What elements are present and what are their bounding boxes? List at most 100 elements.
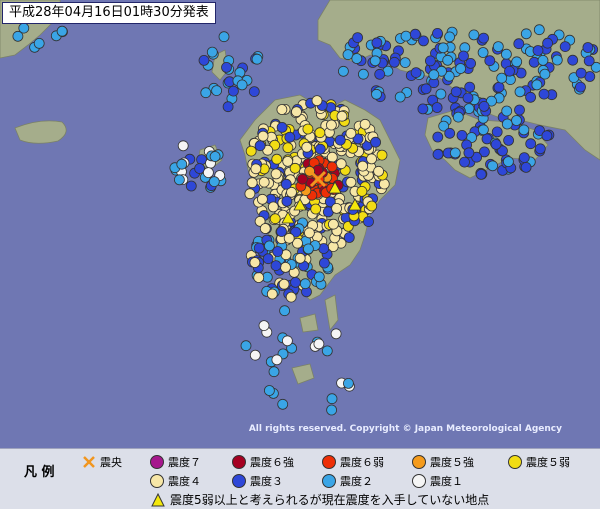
legend-item-label: 震度２ xyxy=(340,475,373,488)
station-marker xyxy=(409,28,421,40)
station-marker xyxy=(263,240,275,252)
station-marker xyxy=(533,24,545,36)
copyright-notice: All rights reserved. Copyright © Japan M… xyxy=(248,424,562,434)
station-marker xyxy=(478,32,490,44)
legend-item-intensity-3: 震度３ xyxy=(232,472,283,490)
station-marker xyxy=(326,404,338,416)
intensity-3-dot-icon xyxy=(232,474,246,488)
station-marker xyxy=(400,30,412,42)
station-marker xyxy=(218,31,230,43)
intensity-2-dot-icon xyxy=(322,474,336,488)
station-marker xyxy=(263,385,275,396)
station-marker xyxy=(496,72,508,84)
station-marker xyxy=(284,131,296,143)
station-marker xyxy=(290,276,301,288)
station-marker xyxy=(325,119,337,131)
station-marker xyxy=(198,55,210,66)
station-marker xyxy=(464,81,476,93)
station-marker xyxy=(318,257,330,269)
legend-item-intensity-1: 震度１ xyxy=(412,472,463,490)
station-marker xyxy=(399,57,411,68)
station-marker xyxy=(302,123,314,135)
station-marker xyxy=(250,163,262,175)
station-marker xyxy=(491,126,503,138)
station-marker xyxy=(221,62,232,73)
announcement-time: 平成28年04月16日01時30分発表 xyxy=(2,2,216,24)
station-marker xyxy=(538,88,550,100)
station-marker xyxy=(424,55,436,67)
station-marker xyxy=(551,54,563,66)
station-marker xyxy=(278,278,290,290)
station-marker xyxy=(502,156,514,168)
station-marker xyxy=(313,271,325,283)
warning-triangle-icon xyxy=(151,492,165,506)
station-marker xyxy=(267,201,279,213)
station-marker xyxy=(366,153,378,165)
legend-item-label: 震度６強 xyxy=(250,456,294,469)
station-marker xyxy=(432,28,443,39)
station-marker xyxy=(262,253,274,265)
station-marker xyxy=(356,185,368,197)
station-marker xyxy=(450,86,462,98)
station-marker xyxy=(463,147,475,159)
station-marker xyxy=(330,328,342,340)
station-marker xyxy=(432,131,444,143)
legend-item-intensity-4: 震度４ xyxy=(150,472,201,490)
station-marker xyxy=(500,48,512,60)
station-marker xyxy=(511,115,522,126)
legend-item-intensity-7: 震度７ xyxy=(150,453,201,471)
station-marker xyxy=(487,160,499,172)
station-marker xyxy=(343,232,355,243)
legend-unreported-label: 震度5弱以上と考えられるが現在震度を入手していない地点 xyxy=(170,493,490,507)
station-marker xyxy=(373,165,385,177)
station-marker xyxy=(511,56,523,68)
station-marker xyxy=(222,101,234,113)
station-marker xyxy=(327,218,339,230)
legend-item-intensity-2: 震度２ xyxy=(322,472,373,490)
station-marker xyxy=(296,173,308,185)
station-marker xyxy=(321,345,333,357)
station-marker xyxy=(444,127,456,139)
station-marker xyxy=(435,88,447,100)
legend-item-intensity-6-upper: 震度６強 xyxy=(232,453,294,471)
station-marker xyxy=(357,160,369,172)
station-marker xyxy=(331,202,343,214)
station-marker xyxy=(314,127,326,139)
station-marker xyxy=(542,37,553,49)
station-marker xyxy=(456,129,468,141)
station-marker xyxy=(270,260,282,272)
station-marker xyxy=(345,127,357,139)
station-marker xyxy=(302,243,314,255)
legend-item-intensity-6-lower: 震度６弱 xyxy=(322,453,384,471)
station-marker xyxy=(455,63,467,74)
station-marker xyxy=(177,140,189,152)
station-marker xyxy=(281,195,293,207)
station-marker xyxy=(256,193,268,205)
station-marker xyxy=(410,67,422,78)
legend-title: 凡 例 xyxy=(24,465,55,480)
station-marker xyxy=(282,142,294,154)
station-marker xyxy=(531,79,543,91)
station-marker xyxy=(280,261,291,273)
station-marker xyxy=(173,174,185,186)
station-marker xyxy=(582,42,594,53)
station-marker xyxy=(525,138,537,150)
station-marker xyxy=(520,161,532,173)
station-marker xyxy=(528,56,540,68)
station-marker xyxy=(294,252,306,264)
station-marker xyxy=(462,92,474,104)
station-marker xyxy=(376,149,388,161)
station-marker xyxy=(363,216,374,228)
legend-unreported: 震度5弱以上と考えられるが現在震度を入手していない地点 xyxy=(150,491,489,508)
intensity-1-dot-icon xyxy=(412,474,426,488)
station-marker xyxy=(575,67,587,79)
station-marker xyxy=(336,110,348,122)
station-marker xyxy=(458,50,469,62)
station-marker xyxy=(276,226,287,237)
station-marker xyxy=(266,288,278,300)
station-marker xyxy=(268,366,280,378)
station-marker xyxy=(484,55,496,67)
station-marker xyxy=(501,105,513,117)
station-marker xyxy=(206,46,218,58)
station-marker xyxy=(254,140,266,152)
